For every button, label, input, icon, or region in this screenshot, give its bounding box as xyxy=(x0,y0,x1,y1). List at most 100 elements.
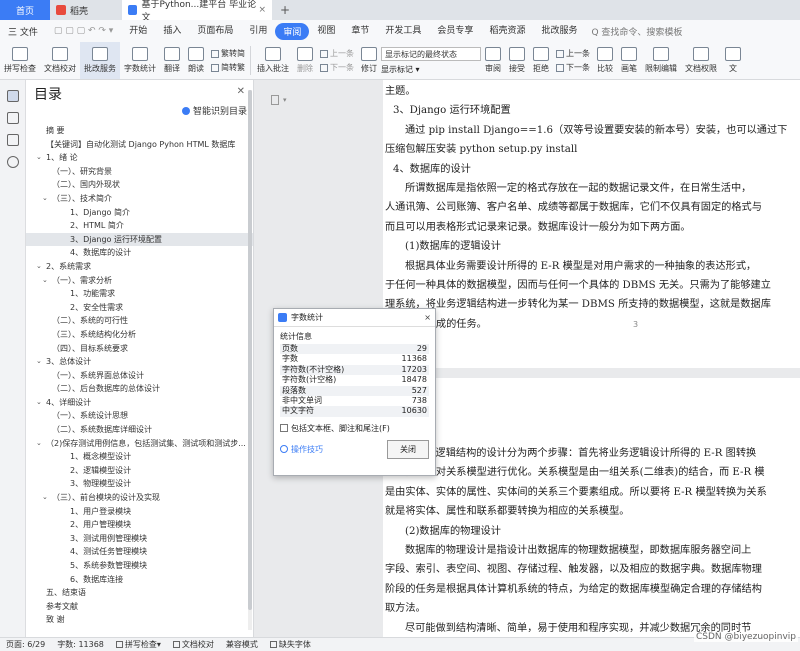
next-comment-button[interactable]: 下一条 xyxy=(320,62,354,73)
toc-item[interactable]: 1、概念模型设计 xyxy=(26,450,253,464)
toc-item[interactable]: 摘 要 xyxy=(26,124,253,138)
show-markup-button[interactable]: 显示标记 ▾ xyxy=(381,64,481,75)
search-icon[interactable] xyxy=(6,156,19,168)
page-indicator[interactable]: 页面: 6/29 xyxy=(0,639,51,650)
checkbox-box[interactable] xyxy=(280,424,288,433)
paragraph-handle-chevron-icon[interactable]: ▾ xyxy=(283,96,287,104)
new-tab-button[interactable]: + xyxy=(272,0,298,20)
toc-panel-icon[interactable] xyxy=(6,90,19,102)
close-button[interactable]: 关闭 xyxy=(387,439,429,459)
toc-item[interactable]: （一）、系统设计思想 xyxy=(26,409,253,423)
read-aloud-button[interactable]: 朗读 xyxy=(184,42,208,79)
toc-item[interactable]: ⌄ 2、系统需求 xyxy=(26,260,253,274)
grading-button[interactable]: 批改服务 xyxy=(80,42,120,79)
simp-trad-button[interactable]: 繁转简 xyxy=(211,48,245,59)
toc-item[interactable]: ⌄ 1、绪 论 xyxy=(26,151,253,165)
toc-item[interactable]: （一）、研究背景 xyxy=(26,165,253,179)
toc-item[interactable]: ⌄ （三）、技术简介 xyxy=(26,192,253,206)
toc-item[interactable]: 参考文献 xyxy=(26,600,253,614)
chevron-down-icon[interactable]: ⌄ xyxy=(36,260,42,274)
toc-item[interactable]: （二）、后台数据库的总体设计 xyxy=(26,382,253,396)
proofread-button[interactable]: 文档校对 xyxy=(40,42,80,79)
accept-button[interactable]: 接受 xyxy=(505,42,529,79)
markup-state-select[interactable]: 显示标记的最终状态 xyxy=(381,46,481,61)
toc-item[interactable]: 4、数据库的设计 xyxy=(26,246,253,260)
toc-item[interactable]: 1、功能需求 xyxy=(26,287,253,301)
menu-tab[interactable]: 视图 xyxy=(309,23,343,40)
next-revision-button[interactable]: 下一条 xyxy=(556,62,590,73)
chevron-down-icon[interactable]: ⌄ xyxy=(42,274,48,288)
toc-item[interactable]: 3、物理模型设计 xyxy=(26,477,253,491)
menu-tab[interactable]: 章节 xyxy=(343,23,377,40)
trad-simp-button[interactable]: 简转繁 xyxy=(211,62,245,73)
toc-item[interactable]: 五、结束语 xyxy=(26,586,253,600)
toc-item[interactable]: ⌄ 3、总体设计 xyxy=(26,355,253,369)
toc-item[interactable]: 1、用户登录模块 xyxy=(26,505,253,519)
delete-comment-button[interactable]: 删除 xyxy=(293,42,317,79)
toc-item[interactable]: ⌄ 4、详细设计 xyxy=(26,396,253,410)
toolbar-quick-icons[interactable]: ▢ ▢ ▢ ↶ ↷ ▾ xyxy=(46,26,121,36)
document-page[interactable]: 主题。 3、Django 运行环境配置 通过 pip install Django=… xyxy=(383,80,800,368)
doc-permission-button[interactable]: 文档权限 xyxy=(681,42,721,79)
toc-item[interactable]: （一）、系统界面总体设计 xyxy=(26,369,253,383)
menu-tab[interactable]: 稻壳资源 xyxy=(481,23,533,40)
chevron-down-icon[interactable]: ⌄ xyxy=(42,491,48,505)
tips-link[interactable]: 操作技巧 xyxy=(280,444,323,455)
toc-close-icon[interactable]: ✕ xyxy=(237,86,245,97)
toc-item[interactable]: 1、Django 简介 xyxy=(26,206,253,220)
command-search[interactable]: Q 查找命令、搜索模板 xyxy=(591,25,682,38)
compare-button[interactable]: 比较 xyxy=(593,42,617,79)
menu-tab[interactable]: 页面布局 xyxy=(189,23,241,40)
chevron-down-icon[interactable]: ⌄ xyxy=(36,437,42,451)
ink-button[interactable]: 画笔 xyxy=(617,42,641,79)
toc-item[interactable]: 2、HTML 简介 xyxy=(26,219,253,233)
dialog-close-icon[interactable]: × xyxy=(424,313,431,322)
menu-tab[interactable]: 引用 xyxy=(241,23,275,40)
chevron-down-icon[interactable]: ⌄ xyxy=(36,151,42,165)
chevron-down-icon[interactable]: ⌄ xyxy=(36,396,42,410)
toc-item[interactable]: ⌄ （三）、前台模块的设计及实现 xyxy=(26,491,253,505)
file-menu[interactable]: 三 文件 xyxy=(0,25,46,38)
toc-item[interactable]: 3、Django 运行环境配置 xyxy=(26,232,253,247)
toc-scrollbar-thumb[interactable] xyxy=(248,90,252,610)
document-page[interactable]: 数据库逻辑结构的设计分为两个步骤：首先将业务逻辑设计所得的 E-R 图转换 模型，… xyxy=(383,378,800,637)
toc-item[interactable]: （二）、系统的可行性 xyxy=(26,314,253,328)
tab-document[interactable]: 基于Python...建平台 毕业论文 × xyxy=(122,0,272,23)
toc-item[interactable]: 致 谢 xyxy=(26,613,253,627)
spell-check-status[interactable]: 拼写检查 ▾ xyxy=(110,639,167,650)
toc-scrollbar[interactable] xyxy=(248,90,252,630)
toc-item[interactable]: 2、安全性需求 xyxy=(26,301,253,315)
close-tab-icon[interactable]: × xyxy=(258,5,266,15)
menu-tab[interactable]: 审阅 xyxy=(275,22,310,40)
include-textbox-checkbox[interactable]: 包括文本框、脚注和尾注(F) xyxy=(280,423,429,434)
bookmark-icon[interactable] xyxy=(6,134,19,146)
word-count-indicator[interactable]: 字数: 11368 xyxy=(51,639,110,650)
toc-item[interactable]: ⌄ （2)保存测试用例信息，包括测试集、测试项和测试步... xyxy=(26,437,253,451)
toc-item[interactable]: （三）、系统结构化分析 xyxy=(26,328,253,342)
toc-item[interactable]: 【关键词】自动化测试 Django Pyhon HTML 数据库 xyxy=(26,138,253,152)
menu-tab[interactable]: 开始 xyxy=(121,23,155,40)
chapter-icon[interactable] xyxy=(6,112,19,124)
spell-check-button[interactable]: 拼写检查 xyxy=(0,42,40,79)
tab-wps[interactable]: 稻壳 xyxy=(50,0,122,20)
smart-toc-button[interactable]: 智能识别目录 xyxy=(181,104,247,117)
proofread-status[interactable]: 文档校对 xyxy=(167,639,220,650)
menu-tab[interactable]: 会员专享 xyxy=(429,23,481,40)
toc-item[interactable]: 4、测试任务管理模块 xyxy=(26,545,253,559)
menu-tab[interactable]: 插入 xyxy=(155,23,189,40)
restrict-edit-button[interactable]: 限制编辑 xyxy=(641,42,681,79)
review-button[interactable]: 审阅 xyxy=(481,42,505,79)
more-ribbon-button[interactable]: 文 xyxy=(721,42,745,79)
menu-tab[interactable]: 开发工具 xyxy=(377,23,429,40)
revise-button[interactable]: 修订 xyxy=(357,42,381,79)
toc-item[interactable]: 2、用户管理模块 xyxy=(26,518,253,532)
word-count-button[interactable]: 字数统计 xyxy=(120,42,160,79)
prev-comment-button[interactable]: 上一条 xyxy=(320,48,354,59)
menu-tab[interactable]: 批改服务 xyxy=(533,23,585,40)
insert-comment-button[interactable]: 插入批注 xyxy=(253,42,293,79)
paragraph-handle-icon[interactable] xyxy=(271,95,279,105)
toc-item[interactable]: （二）、系统数据库详细设计 xyxy=(26,423,253,437)
translate-button[interactable]: 翻译 xyxy=(160,42,184,79)
prev-revision-button[interactable]: 上一条 xyxy=(556,48,590,59)
chevron-down-icon[interactable]: ⌄ xyxy=(42,192,48,206)
